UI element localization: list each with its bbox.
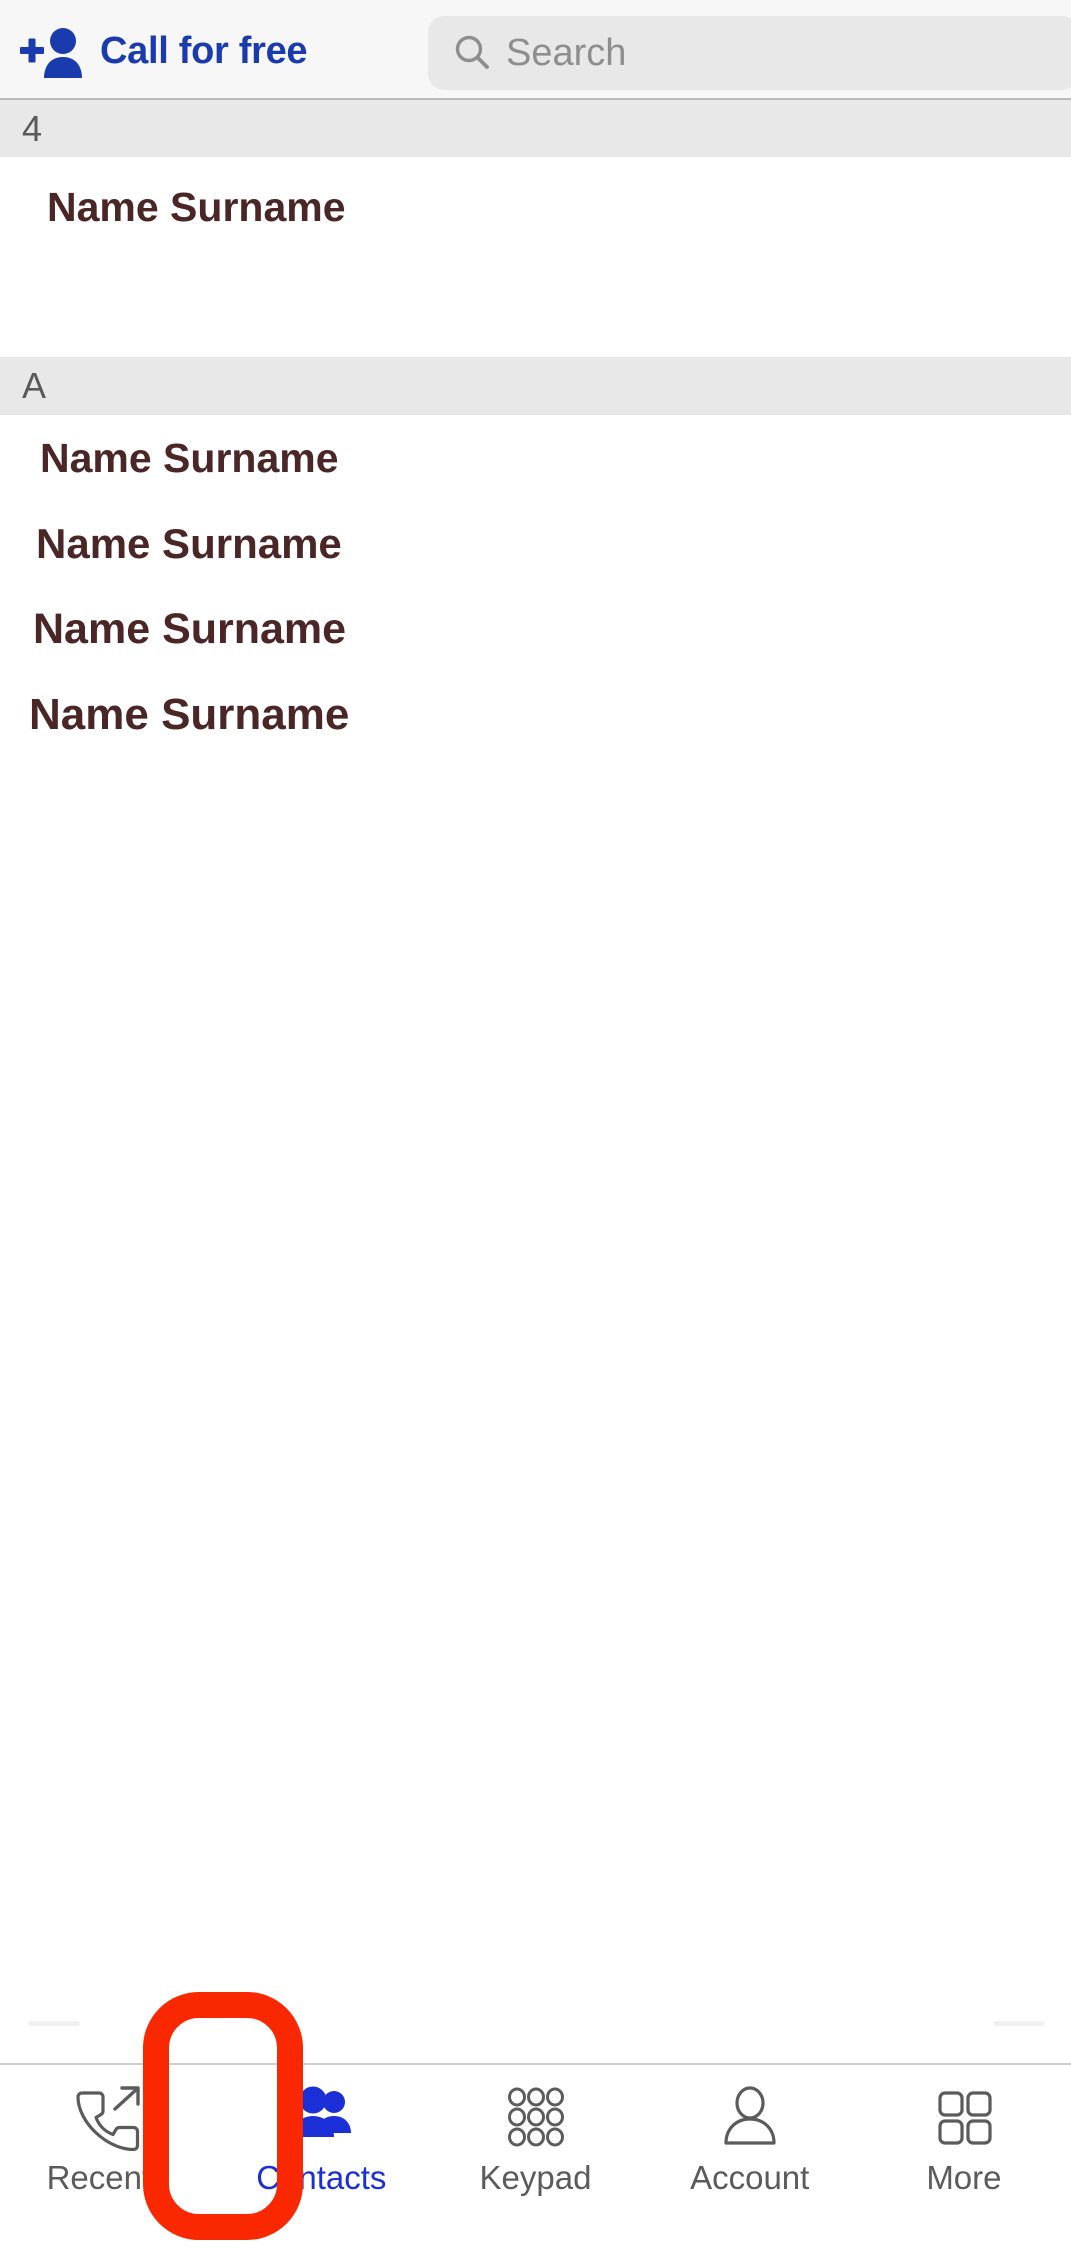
- tab-more[interactable]: More: [857, 2065, 1071, 2194]
- section-header-label: A: [22, 365, 47, 406]
- search-icon: [455, 35, 489, 69]
- tab-label: Recents: [46, 2159, 168, 2196]
- bottom-tab-bar: Recents Contacts Keypad Account More: [0, 2063, 1071, 2256]
- search-field[interactable]: [428, 16, 1071, 90]
- phone-outgoing-icon: [76, 2086, 140, 2151]
- person-outline-icon: [724, 2086, 776, 2145]
- scroll-hint-right: [993, 2021, 1045, 2026]
- contact-row[interactable]: Name Surname: [0, 415, 1071, 501]
- search-input[interactable]: [506, 31, 1026, 75]
- contact-name: Name Surname: [36, 519, 342, 567]
- add-person-icon: [20, 28, 82, 78]
- section-header-a: A: [0, 357, 1071, 415]
- grid-squares-icon: [938, 2091, 992, 2145]
- contact-name: Name Surname: [29, 690, 350, 739]
- tab-contacts[interactable]: Contacts: [214, 2065, 428, 2194]
- contact-row[interactable]: Name Surname: [0, 157, 1071, 257]
- contact-name: Name Surname: [40, 434, 339, 481]
- contact-name: Name Surname: [47, 183, 346, 230]
- contact-name: Name Surname: [33, 604, 347, 653]
- tab-keypad[interactable]: Keypad: [428, 2065, 642, 2194]
- contact-row[interactable]: Name Surname: [0, 672, 1071, 758]
- section-header-label: 4: [22, 107, 43, 149]
- tab-label: Keypad: [479, 2159, 592, 2196]
- scroll-hint-left: [28, 2021, 80, 2026]
- tab-label: Contacts: [256, 2159, 387, 2196]
- contact-row[interactable]: Name Surname: [0, 586, 1071, 672]
- call-for-free-label: Call for free: [100, 29, 308, 72]
- section-header-4: 4: [0, 100, 1071, 157]
- tab-label: Account: [690, 2159, 810, 2196]
- tab-recents[interactable]: Recents: [0, 2065, 214, 2194]
- contacts-screen: Call for free 4 Name Surname A Name Surn…: [0, 0, 1071, 2256]
- top-header-bar: Call for free: [0, 0, 1071, 100]
- tab-label: More: [926, 2159, 1002, 2196]
- call-for-free-button[interactable]: Call for free: [18, 22, 308, 80]
- dialpad-icon: [507, 2087, 564, 2147]
- tab-account[interactable]: Account: [643, 2065, 857, 2194]
- people-icon: [292, 2086, 352, 2137]
- contact-row[interactable]: Name Surname: [0, 501, 1071, 586]
